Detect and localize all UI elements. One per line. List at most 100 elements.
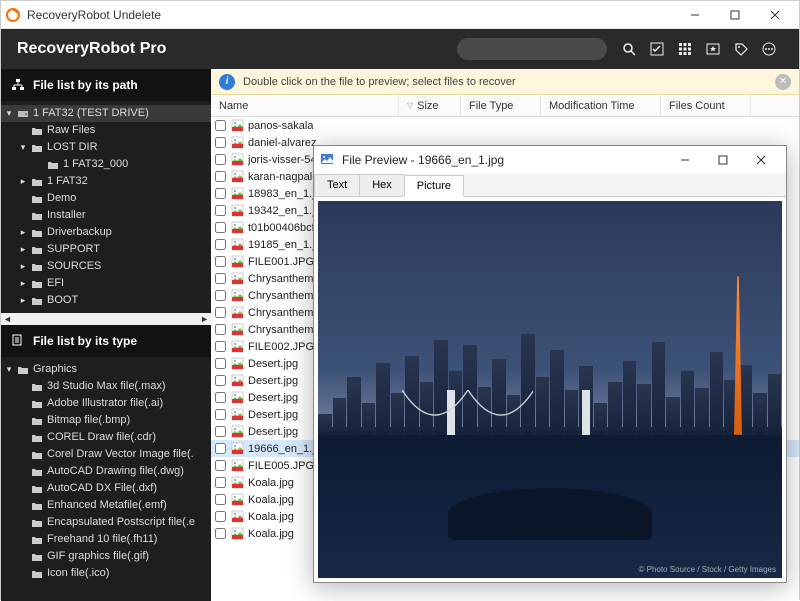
row-checkbox[interactable] <box>215 120 226 131</box>
tree-item[interactable]: AutoCAD Drawing file(.dwg) <box>1 463 211 480</box>
jpg-file-icon <box>230 459 244 473</box>
jpg-file-icon <box>230 340 244 354</box>
row-checkbox[interactable] <box>215 494 226 505</box>
tree-item[interactable]: Installer <box>1 207 211 224</box>
jpg-file-icon <box>230 187 244 201</box>
tree-item[interactable]: ▸SOURCES <box>1 258 211 275</box>
preview-titlebar[interactable]: File Preview - 19666_en_1.jpg <box>314 146 786 174</box>
tree-item[interactable]: ▾Graphics <box>1 361 211 378</box>
tree-item[interactable]: ▸BOOT <box>1 292 211 309</box>
check-icon[interactable] <box>645 37 669 61</box>
tree-item[interactable]: Encapsulated Postscript file(.e <box>1 514 211 531</box>
tree-label: 1 FAT32_000 <box>63 157 128 172</box>
info-text: Double click on the file to preview; sel… <box>243 76 516 88</box>
info-close-icon[interactable]: ✕ <box>775 74 791 90</box>
folder-icon <box>30 278 44 290</box>
row-checkbox[interactable] <box>215 137 226 148</box>
close-button[interactable] <box>755 1 795 29</box>
folder-icon <box>30 142 44 154</box>
tab-text[interactable]: Text <box>314 174 360 196</box>
row-checkbox[interactable] <box>215 443 226 454</box>
file-name: karan-nagpal- <box>248 171 316 183</box>
maximize-button[interactable] <box>715 1 755 29</box>
sidebar: File list by its path ▾1 FAT32 (TEST DRI… <box>1 69 211 601</box>
row-checkbox[interactable] <box>215 358 226 369</box>
tree-item[interactable]: GIF graphics file(.gif) <box>1 548 211 565</box>
col-type[interactable]: File Type <box>461 95 541 116</box>
col-size[interactable]: ▽Size <box>399 95 461 116</box>
row-checkbox[interactable] <box>215 324 226 335</box>
tree-item[interactable]: Demo <box>1 190 211 207</box>
row-checkbox[interactable] <box>215 205 226 216</box>
tree-item[interactable]: Adobe Illustrator file(.ai) <box>1 395 211 412</box>
table-row[interactable]: panos-sakala <box>211 117 799 134</box>
row-checkbox[interactable] <box>215 188 226 199</box>
tree-item[interactable]: AutoCAD DX File(.dxf) <box>1 480 211 497</box>
more-icon[interactable] <box>757 37 781 61</box>
row-checkbox[interactable] <box>215 528 226 539</box>
row-checkbox[interactable] <box>215 511 226 522</box>
minimize-button[interactable] <box>675 1 715 29</box>
row-checkbox[interactable] <box>215 290 226 301</box>
col-mod[interactable]: Modification Time <box>541 95 661 116</box>
tree-item[interactable]: ▸EFI <box>1 275 211 292</box>
tree-item[interactable]: 3d Studio Max file(.max) <box>1 378 211 395</box>
row-checkbox[interactable] <box>215 273 226 284</box>
jpg-file-icon <box>230 272 244 286</box>
search-icon[interactable] <box>617 37 641 61</box>
preview-minimize-button[interactable] <box>666 146 704 174</box>
tree-item[interactable]: 1 FAT32_000 <box>1 156 211 173</box>
col-count[interactable]: Files Count <box>661 95 751 116</box>
tab-picture[interactable]: Picture <box>404 175 464 197</box>
row-checkbox[interactable] <box>215 375 226 386</box>
image-credit: © Photo Source / Stock / Getty Images <box>638 565 776 574</box>
row-checkbox[interactable] <box>215 256 226 267</box>
jpg-file-icon <box>230 408 244 422</box>
tree-item[interactable]: ▸SUPPORT <box>1 241 211 258</box>
tree-label: COREL Draw file(.cdr) <box>47 430 156 445</box>
tree-label: Icon file(.ico) <box>47 566 109 581</box>
preview-maximize-button[interactable] <box>704 146 742 174</box>
tree-label: Bitmap file(.bmp) <box>47 413 130 428</box>
folder-icon <box>30 483 44 495</box>
tree-item[interactable]: Freehand 10 file(.fh11) <box>1 531 211 548</box>
tree-item[interactable]: Icon file(.ico) <box>1 565 211 582</box>
tree-item[interactable]: ▸Driverbackup <box>1 224 211 241</box>
row-checkbox[interactable] <box>215 341 226 352</box>
drive-icon <box>16 108 30 120</box>
row-checkbox[interactable] <box>215 307 226 318</box>
tree-label: GIF graphics file(.gif) <box>47 549 149 564</box>
row-checkbox[interactable] <box>215 409 226 420</box>
row-checkbox[interactable] <box>215 426 226 437</box>
row-checkbox[interactable] <box>215 222 226 233</box>
tree-item[interactable]: Bitmap file(.bmp) <box>1 412 211 429</box>
sidebar-h-scroll[interactable]: ◄► <box>1 313 211 325</box>
row-checkbox[interactable] <box>215 171 226 182</box>
grid-icon[interactable] <box>673 37 697 61</box>
tree-item[interactable]: COREL Draw file(.cdr) <box>1 429 211 446</box>
preview-window[interactable]: File Preview - 19666_en_1.jpg Text Hex P… <box>313 145 787 583</box>
tree-item[interactable]: Corel Draw Vector Image file(. <box>1 446 211 463</box>
search-input[interactable] <box>457 38 607 60</box>
file-name: FILE002.JPG <box>248 341 314 353</box>
tree-item[interactable]: Raw Files <box>1 122 211 139</box>
tree-label: Adobe Illustrator file(.ai) <box>47 396 163 411</box>
tree-item[interactable]: Enhanced Metafile(.emf) <box>1 497 211 514</box>
row-checkbox[interactable] <box>215 239 226 250</box>
jpg-file-icon <box>230 221 244 235</box>
tab-hex[interactable]: Hex <box>359 174 405 196</box>
row-checkbox[interactable] <box>215 477 226 488</box>
row-checkbox[interactable] <box>215 154 226 165</box>
row-checkbox[interactable] <box>215 392 226 403</box>
star-icon[interactable] <box>701 37 725 61</box>
col-name[interactable]: Name <box>211 95 399 116</box>
caret-icon: ▾ <box>5 362 13 377</box>
tree-item[interactable]: ▾LOST DIR <box>1 139 211 156</box>
folder-icon <box>30 193 44 205</box>
preview-close-button[interactable] <box>742 146 780 174</box>
row-checkbox[interactable] <box>215 460 226 471</box>
tree-item[interactable]: ▸1 FAT32 <box>1 173 211 190</box>
jpg-file-icon <box>230 493 244 507</box>
tag-icon[interactable] <box>729 37 753 61</box>
tree-item[interactable]: ▾1 FAT32 (TEST DRIVE) <box>1 105 211 122</box>
